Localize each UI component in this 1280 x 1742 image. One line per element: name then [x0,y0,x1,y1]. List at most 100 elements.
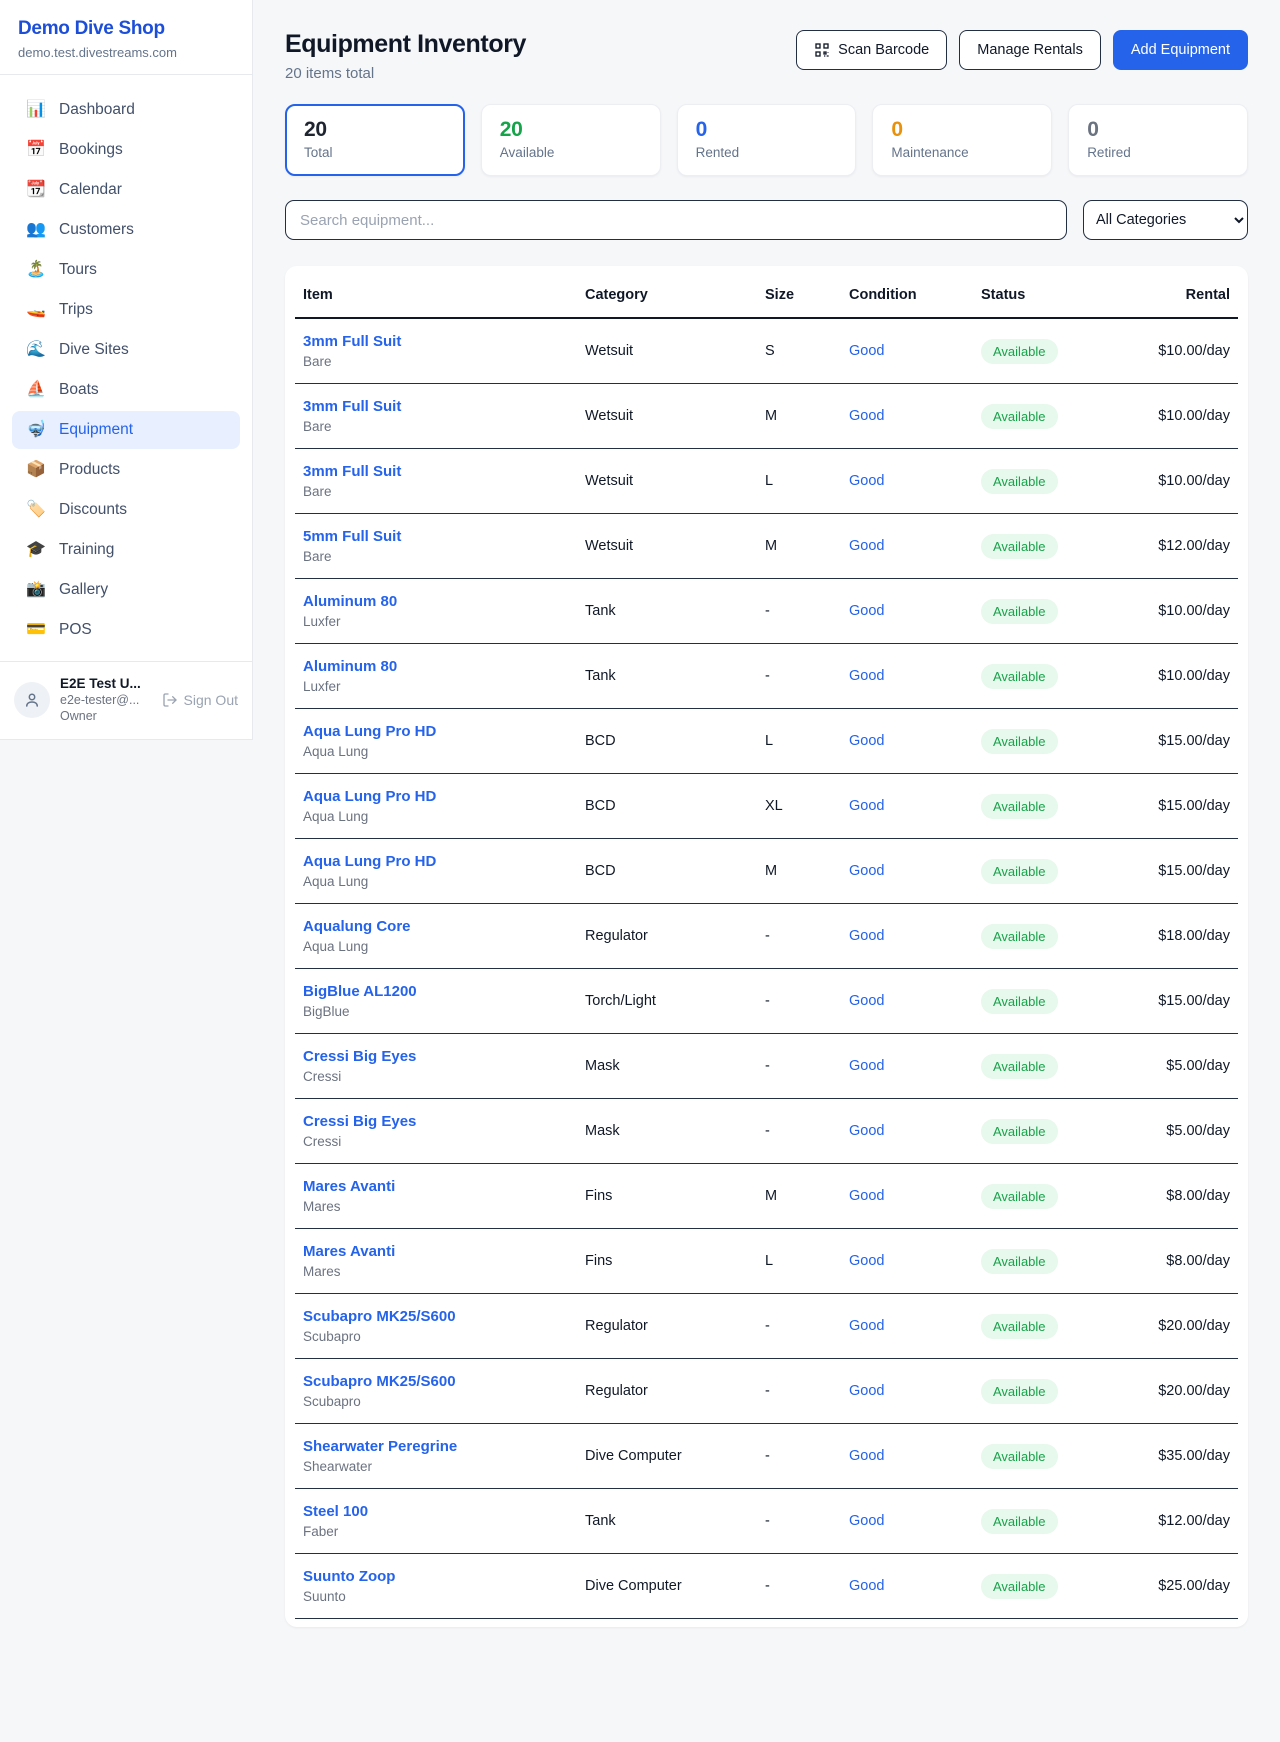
sidebar-item-discounts[interactable]: 🏷️ Discounts [12,491,240,529]
table-row: Cressi Big Eyes Cressi Mask - Good Avail… [295,1034,1238,1099]
item-name-link[interactable]: 5mm Full Suit [303,528,401,545]
item-category: Regulator [577,1359,757,1424]
item-rental-rate: $15.00/day [1149,969,1238,1034]
table-header: Item Category Size Condition Status Rent… [295,268,1238,318]
item-name-link[interactable]: Shearwater Peregrine [303,1438,457,1455]
table-row: 3mm Full Suit Bare Wetsuit L Good Availa… [295,449,1238,514]
table-row: Aqua Lung Pro HD Aqua Lung BCD M Good Av… [295,839,1238,904]
item-name-link[interactable]: Mares Avanti [303,1178,395,1195]
item-condition-link[interactable]: Good [849,343,884,359]
status-badge: Available [981,924,1058,949]
item-condition-link[interactable]: Good [849,1253,884,1269]
items-total-count: 20 items total [285,65,526,82]
item-condition-link[interactable]: Good [849,408,884,424]
wave-icon: 🌊 [26,342,46,358]
barcode-icon [814,42,830,58]
item-condition-link[interactable]: Good [849,1058,884,1074]
item-brand: Suunto [303,1589,569,1604]
item-name-link[interactable]: Aqua Lung Pro HD [303,723,436,740]
stat-card-maintenance[interactable]: 0 Maintenance [872,104,1052,176]
item-name-link[interactable]: 3mm Full Suit [303,398,401,415]
table-body: 3mm Full Suit Bare Wetsuit S Good Availa… [295,318,1238,1619]
sign-out-button[interactable]: Sign Out [160,692,238,708]
item-condition-link[interactable]: Good [849,1513,884,1529]
item-name-link[interactable]: Scubapro MK25/S600 [303,1308,456,1325]
item-condition-link[interactable]: Good [849,863,884,879]
tag-icon: 🏷️ [26,502,46,518]
search-input[interactable] [285,200,1067,240]
person-icon [23,691,41,709]
item-condition-link[interactable]: Good [849,733,884,749]
status-badge: Available [981,339,1058,364]
item-brand: Scubapro [303,1329,569,1344]
sidebar-item-tours[interactable]: 🏝️ Tours [12,251,240,289]
item-condition-link[interactable]: Good [849,928,884,944]
item-condition-link[interactable]: Good [849,1448,884,1464]
sidebar-item-dashboard[interactable]: 📊 Dashboard [12,91,240,129]
item-brand: Luxfer [303,679,569,694]
item-name-link[interactable]: Aluminum 80 [303,593,397,610]
category-filter-select[interactable]: All Categories [1083,200,1248,240]
status-badge: Available [981,1249,1058,1274]
item-brand: Aqua Lung [303,809,569,824]
item-name-link[interactable]: Aluminum 80 [303,658,397,675]
item-condition-link[interactable]: Good [849,1383,884,1399]
diving-mask-icon: 🤿 [26,422,46,438]
sidebar-item-boats[interactable]: ⛵ Boats [12,371,240,409]
item-name-link[interactable]: Mares Avanti [303,1243,395,1260]
item-condition-link[interactable]: Good [849,1188,884,1204]
scan-barcode-button[interactable]: Scan Barcode [796,30,947,70]
item-name-link[interactable]: Suunto Zoop [303,1568,395,1585]
item-condition-link[interactable]: Good [849,993,884,1009]
col-header-item: Item [295,268,577,318]
item-condition-link[interactable]: Good [849,668,884,684]
item-name-link[interactable]: Scubapro MK25/S600 [303,1373,456,1390]
item-name-link[interactable]: Aqua Lung Pro HD [303,853,436,870]
item-condition-link[interactable]: Good [849,798,884,814]
page-header: Equipment Inventory 20 items total Scan … [285,30,1248,82]
add-equipment-button[interactable]: Add Equipment [1113,30,1248,70]
sailboat-icon: ⛵ [26,382,46,398]
manage-rentals-button[interactable]: Manage Rentals [959,30,1101,70]
sidebar-item-trips[interactable]: 🚤 Trips [12,291,240,329]
sidebar-item-dive-sites[interactable]: 🌊 Dive Sites [12,331,240,369]
item-name-link[interactable]: Steel 100 [303,1503,368,1520]
sidebar-item-gallery[interactable]: 📸 Gallery [12,571,240,609]
item-brand: Bare [303,354,569,369]
shop-name[interactable]: Demo Dive Shop [18,18,234,40]
item-name-link[interactable]: Aqua Lung Pro HD [303,788,436,805]
item-size: - [757,1099,841,1164]
shop-domain: demo.test.divestreams.com [18,45,234,60]
item-condition-link[interactable]: Good [849,603,884,619]
status-badge: Available [981,1444,1058,1469]
table-row: 5mm Full Suit Bare Wetsuit M Good Availa… [295,514,1238,579]
sidebar-item-pos[interactable]: 💳 POS [12,611,240,649]
item-rental-rate: $10.00/day [1149,384,1238,449]
item-name-link[interactable]: BigBlue AL1200 [303,983,417,1000]
item-name-link[interactable]: Cressi Big Eyes [303,1048,416,1065]
sidebar-item-training[interactable]: 🎓 Training [12,531,240,569]
item-name-link[interactable]: Aqualung Core [303,918,411,935]
item-name-link[interactable]: 3mm Full Suit [303,333,401,350]
sidebar-item-equipment[interactable]: 🤿 Equipment [12,411,240,449]
stat-card-total[interactable]: 20 Total [285,104,465,176]
item-brand: BigBlue [303,1004,569,1019]
item-name-link[interactable]: Cressi Big Eyes [303,1113,416,1130]
stat-card-available[interactable]: 20 Available [481,104,661,176]
item-condition-link[interactable]: Good [849,1123,884,1139]
item-condition-link[interactable]: Good [849,473,884,489]
item-name-link[interactable]: 3mm Full Suit [303,463,401,480]
item-condition-link[interactable]: Good [849,538,884,554]
item-size: - [757,1034,841,1099]
item-condition-link[interactable]: Good [849,1578,884,1594]
sidebar-item-calendar[interactable]: 📆 Calendar [12,171,240,209]
table-row: Aqualung Core Aqua Lung Regulator - Good… [295,904,1238,969]
sidebar-item-customers[interactable]: 👥 Customers [12,211,240,249]
sidebar-item-products[interactable]: 📦 Products [12,451,240,489]
sidebar-item-bookings[interactable]: 📅 Bookings [12,131,240,169]
stat-card-rented[interactable]: 0 Rented [677,104,857,176]
item-category: Mask [577,1099,757,1164]
item-size: - [757,904,841,969]
item-condition-link[interactable]: Good [849,1318,884,1334]
stat-card-retired[interactable]: 0 Retired [1068,104,1248,176]
